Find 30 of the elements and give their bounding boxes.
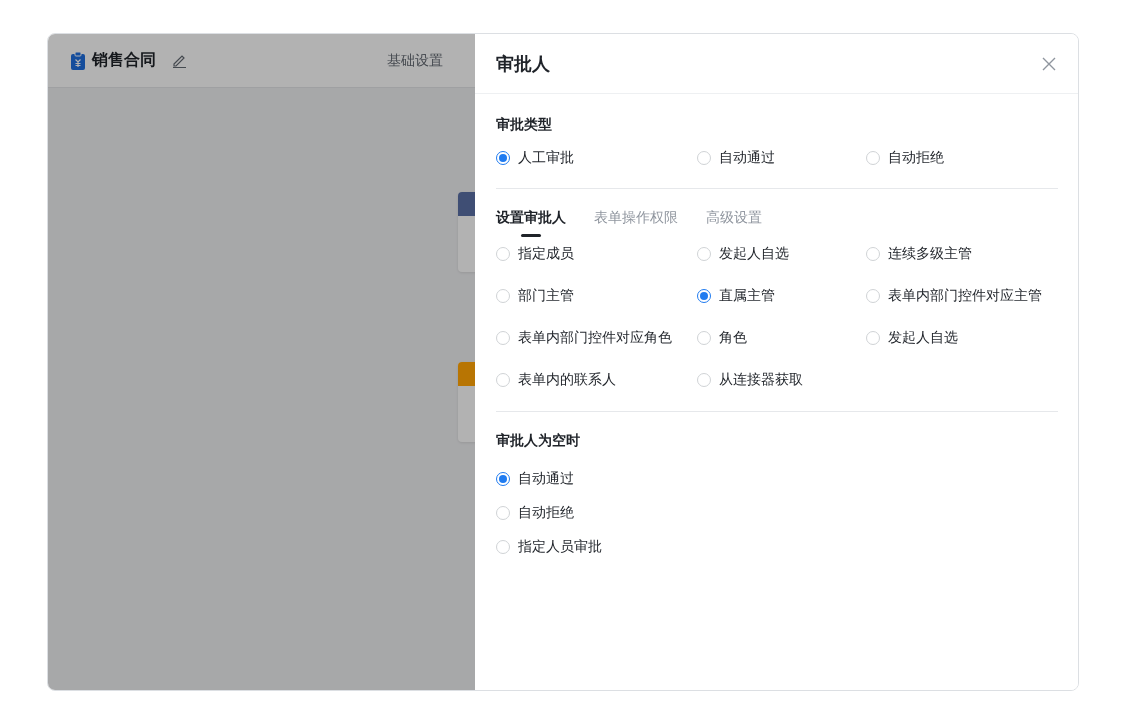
- edit-icon[interactable]: [172, 53, 187, 68]
- radio-label[interactable]: 表单内的联系人: [518, 371, 616, 389]
- clipboard-icon: [70, 51, 86, 70]
- radio-label[interactable]: 部门主管: [518, 287, 574, 305]
- radio-label[interactable]: 角色: [719, 329, 747, 347]
- radio-button[interactable]: [697, 289, 711, 303]
- radio-label[interactable]: 直属主管: [719, 287, 775, 305]
- radio-label[interactable]: 自动拒绝: [518, 504, 574, 522]
- radio-label[interactable]: 指定成员: [518, 245, 574, 263]
- radio-label[interactable]: 发起人自选: [888, 329, 958, 347]
- close-icon[interactable]: [1042, 56, 1056, 71]
- radio-label[interactable]: 连续多级主管: [888, 245, 972, 263]
- radio-label[interactable]: 人工审批: [518, 149, 574, 167]
- radio-label[interactable]: 自动通过: [719, 149, 775, 167]
- radio-button[interactable]: [496, 472, 510, 486]
- radio-button[interactable]: [496, 151, 510, 165]
- radio-label[interactable]: 指定人员审批: [518, 538, 602, 556]
- radio-label[interactable]: 自动拒绝: [888, 149, 944, 167]
- panel-title: 审批人: [496, 51, 550, 76]
- radio-label[interactable]: 发起人自选: [719, 245, 789, 263]
- tab[interactable]: 设置审批人: [496, 209, 566, 229]
- section-label: 审批类型: [496, 116, 553, 134]
- document-title: 销售合同: [92, 50, 156, 71]
- radio-label[interactable]: 表单内部门控件对应主管: [888, 287, 1042, 305]
- tab-underline: [521, 234, 541, 237]
- radio-label[interactable]: 从连接器获取: [719, 371, 803, 389]
- section-label: 审批人为空时: [496, 432, 581, 450]
- radio-label[interactable]: 表单内部门控件对应角色: [518, 329, 672, 347]
- radio-label[interactable]: 自动通过: [518, 470, 574, 488]
- nav-tab[interactable]: 基础设置: [387, 51, 443, 70]
